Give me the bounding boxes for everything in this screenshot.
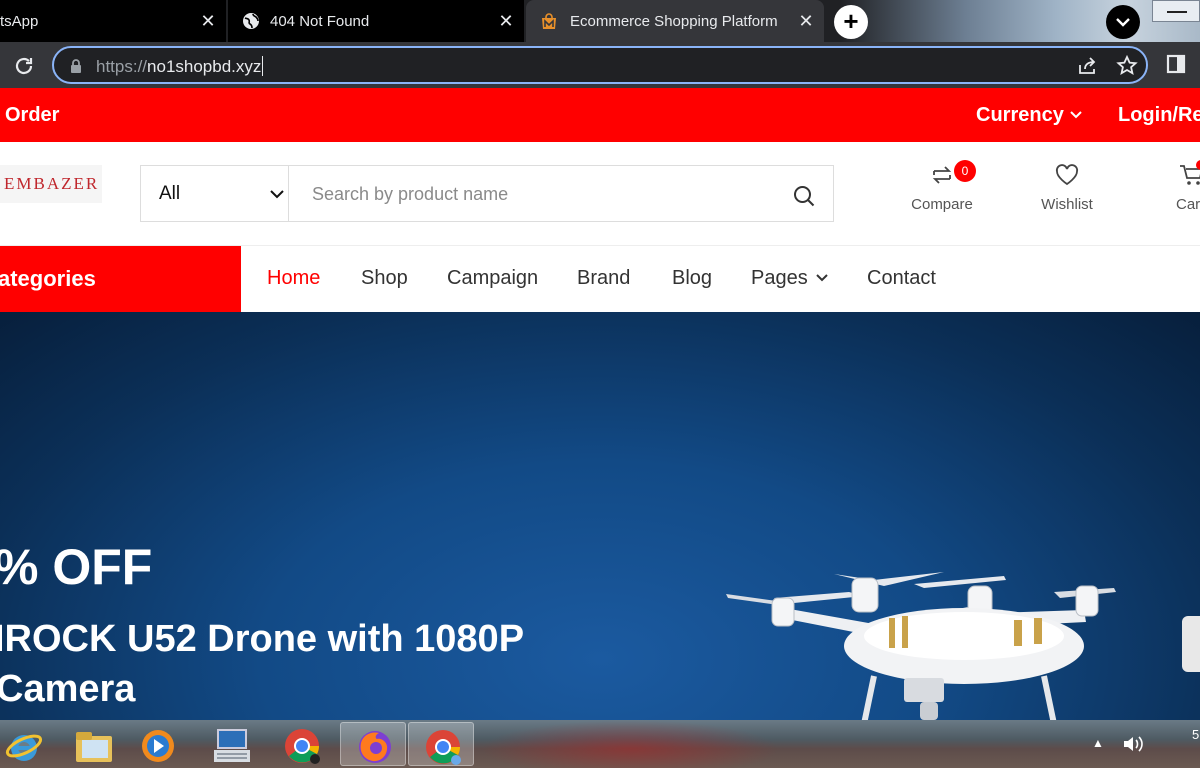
hero-banner[interactable]: % OFF IROCK U52 Drone with 1080P Camera [0, 312, 1200, 720]
side-panel-icon[interactable] [1166, 54, 1186, 74]
chrome-icon [285, 729, 320, 764]
hero-product-title: IROCK U52 Drone with 1080P [0, 618, 525, 660]
slider-next-button[interactable] [1182, 616, 1200, 672]
browser-tab-strip: tsApp ✕ 404 Not Found ✕ Ecommerce Shoppi… [0, 0, 1200, 42]
hero-discount: % OFF [0, 539, 153, 595]
url-text[interactable]: https://no1shopbd.xyz [96, 56, 264, 77]
currency-dropdown[interactable]: Currency [976, 104, 1082, 127]
track-order-link[interactable]: Order [5, 104, 59, 127]
chevron-down-icon [1070, 111, 1082, 119]
compare-label: Compare [911, 196, 973, 213]
close-icon[interactable]: ✕ [496, 11, 516, 31]
tab-search-button[interactable] [1106, 5, 1140, 39]
category-select-value: All [159, 183, 181, 204]
tab-whatsapp[interactable]: tsApp ✕ [0, 0, 226, 42]
cart-count-badge [1196, 160, 1200, 170]
login-register-link[interactable]: Login/Reg [1118, 104, 1200, 127]
category-select[interactable]: All [140, 165, 289, 222]
drone-image [726, 572, 1116, 720]
tab-ecommerce[interactable]: Ecommerce Shopping Platform ✕ [526, 0, 824, 42]
cart-button[interactable]: Car [1176, 160, 1200, 213]
taskbar-media-player[interactable] [124, 722, 190, 766]
nav-item-campaign[interactable]: Campaign [447, 267, 538, 290]
globe-icon [243, 13, 259, 29]
site-top-bar: Order Currency Login/Reg [0, 88, 1200, 142]
chevron-down-icon [816, 274, 828, 282]
heart-icon [1055, 164, 1079, 186]
all-categories-button[interactable]: ategories [0, 246, 241, 312]
folder-icon [76, 732, 112, 762]
tab-404[interactable]: 404 Not Found ✕ [228, 0, 524, 42]
nav-item-shop[interactable]: Shop [361, 267, 408, 290]
system-clock[interactable]: 5 [1192, 726, 1199, 744]
chevron-down-icon [270, 190, 284, 199]
windows-taskbar: ▲ 5 [0, 720, 1200, 768]
nav-item-contact[interactable]: Contact [867, 267, 936, 290]
site-header: EMBAZER All Search by product name 0 Com… [0, 142, 1200, 246]
nav-item-blog[interactable]: Blog [672, 267, 712, 290]
main-navigation: ategories Home Shop Campaign Brand Blog … [0, 246, 1200, 312]
hero-product-title-2: Camera [0, 668, 136, 710]
tray-overflow-icon[interactable]: ▲ [1092, 736, 1104, 750]
close-icon[interactable]: ✕ [198, 11, 218, 31]
close-icon[interactable]: ✕ [796, 11, 816, 31]
site-logo[interactable]: EMBAZER [0, 165, 102, 203]
taskbar-on-screen-keyboard[interactable] [198, 722, 264, 766]
taskbar-file-explorer[interactable] [60, 722, 126, 766]
taskbar-chrome-profile[interactable] [268, 722, 334, 766]
wishlist-label: Wishlist [1041, 196, 1093, 213]
compare-count-badge: 0 [954, 160, 976, 182]
minimize-button[interactable] [1152, 0, 1200, 22]
search-input[interactable]: Search by product name [288, 165, 834, 222]
address-bar[interactable]: https://no1shopbd.xyz [52, 46, 1148, 84]
lock-icon[interactable] [70, 58, 82, 74]
compare-icon [932, 166, 952, 184]
taskbar-internet-explorer[interactable] [0, 722, 66, 766]
new-tab-button[interactable]: + [834, 5, 868, 39]
firefox-icon [359, 731, 391, 763]
desktop-background [840, 0, 1200, 42]
chevron-down-icon [1116, 18, 1130, 27]
cart-label: Car [1176, 196, 1200, 213]
chrome-icon [426, 730, 461, 765]
nav-item-pages[interactable]: Pages [751, 267, 828, 290]
volume-icon[interactable] [1122, 734, 1144, 754]
nav-item-brand[interactable]: Brand [577, 267, 630, 290]
share-icon[interactable] [1076, 55, 1098, 77]
browser-toolbar: https://no1shopbd.xyz [0, 42, 1200, 88]
star-icon[interactable] [1116, 55, 1138, 77]
media-player-icon [142, 730, 174, 762]
tab-title: 404 Not Found [270, 12, 370, 30]
internet-explorer-icon [5, 734, 43, 761]
taskbar-chrome-active[interactable] [408, 722, 474, 766]
keyboard-icon [214, 729, 250, 762]
reload-icon[interactable] [12, 54, 36, 78]
taskbar-firefox[interactable] [340, 722, 406, 766]
shop-logo-icon [542, 13, 556, 29]
wishlist-button[interactable]: Wishlist [1037, 162, 1097, 213]
nav-item-home[interactable]: Home [267, 267, 320, 290]
tab-title: tsApp [0, 12, 39, 30]
compare-button[interactable]: 0 Compare [908, 160, 976, 213]
search-placeholder: Search by product name [312, 184, 509, 204]
search-icon[interactable] [793, 185, 815, 207]
tab-title: Ecommerce Shopping Platform [570, 12, 778, 30]
